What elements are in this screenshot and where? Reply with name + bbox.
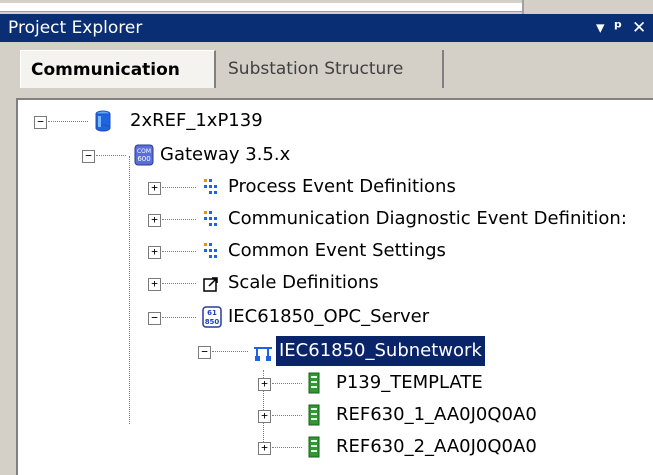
tree-node-label: IEC61850_Subnetwork: [275, 335, 486, 367]
tree-line: [272, 383, 302, 384]
expand-icon[interactable]: +: [148, 182, 161, 195]
tree-node-device[interactable]: + P139_TEMPLATE: [18, 368, 638, 398]
tree-node-common-event-settings[interactable]: + Common Event Settings: [18, 236, 638, 266]
event-definitions-icon: [202, 209, 222, 231]
tree-line: [162, 251, 196, 252]
svg-text:850: 850: [205, 318, 220, 326]
expand-icon[interactable]: +: [258, 378, 271, 391]
tree-node-label: REF630_1_AA0J0Q0A0: [336, 404, 537, 425]
tree-line: [162, 187, 196, 188]
tree-node-label: P139_TEMPLATE: [336, 372, 483, 393]
tree-node-process-events[interactable]: + Process Event Definitions: [18, 172, 638, 202]
tree-node-label: IEC61850_OPC_Server: [228, 306, 430, 327]
device-icon: [308, 404, 328, 426]
tree-node-label: Gateway 3.5.x: [160, 144, 291, 165]
tree-node-label: Scale Definitions: [228, 272, 379, 293]
collapse-icon[interactable]: −: [148, 312, 161, 325]
dropdown-icon[interactable]: ▾: [596, 18, 605, 38]
tree-line: [162, 283, 196, 284]
tree-node-scale-definitions[interactable]: + Scale Definitions: [18, 268, 638, 298]
svg-text:61: 61: [207, 309, 217, 317]
event-definitions-icon: [202, 177, 222, 199]
top-strip: [0, 0, 653, 14]
tree-line: [48, 121, 88, 122]
device-icon: [308, 372, 328, 394]
pin-icon[interactable]: ᵖ: [614, 18, 622, 38]
tree-node-label: Communication Diagnostic Event Definitio…: [228, 208, 627, 229]
tree-line: [212, 351, 248, 352]
tree-line: [162, 317, 196, 318]
expand-icon[interactable]: +: [258, 442, 271, 455]
top-strip-bar: [0, 3, 522, 12]
collapse-icon[interactable]: −: [82, 150, 95, 163]
top-strip-separator: [522, 0, 524, 14]
close-icon[interactable]: ✕: [632, 18, 646, 38]
com600-icon: COM 600: [134, 144, 154, 166]
tree-node-label: Process Event Definitions: [228, 176, 456, 197]
svg-text:COM: COM: [137, 148, 151, 155]
tree-node-comm-diagnostic-events[interactable]: + Communication Diagnostic Event Definit…: [18, 204, 653, 234]
tree-node-device[interactable]: + REF630_1_AA0J0Q0A0: [18, 400, 638, 430]
svg-text:600: 600: [137, 155, 150, 163]
tree-node-opc-server[interactable]: − 61 850 IEC61850_OPC_Server: [18, 302, 638, 332]
expand-icon[interactable]: +: [148, 214, 161, 227]
tab-communication[interactable]: Communication: [20, 50, 216, 88]
tree-node-root[interactable]: − 2xREF_1xP139: [18, 106, 638, 136]
iec61850-icon: 61 850: [202, 306, 222, 328]
expand-icon[interactable]: +: [258, 410, 271, 423]
device-icon: [308, 436, 328, 458]
expand-icon[interactable]: +: [148, 278, 161, 291]
tree-node-label: 2xREF_1xP139: [130, 110, 263, 131]
tree-node-label: Common Event Settings: [228, 240, 446, 261]
tree-node-device[interactable]: + REF630_2_AA0J0Q0A0: [18, 432, 638, 462]
tree-line: [272, 415, 302, 416]
collapse-icon[interactable]: −: [34, 116, 47, 129]
tree-line: [96, 155, 126, 156]
event-definitions-icon: [202, 241, 222, 263]
tree-node-label: REF630_2_AA0J0Q0A0: [336, 436, 537, 457]
expand-icon[interactable]: +: [148, 246, 161, 259]
collapse-icon[interactable]: −: [198, 346, 211, 359]
tree-node-subnetwork[interactable]: − IEC61850_Subnetwork: [18, 335, 638, 367]
panel-titlebar: Project Explorer ▾ ᵖ ✕: [0, 14, 653, 42]
tree-node-gateway[interactable]: − COM 600 Gateway 3.5.x: [18, 140, 638, 170]
tree-panel: − 2xREF_1xP139 − COM 600 Gateway 3.5.x +: [16, 98, 653, 475]
database-icon: [94, 110, 114, 132]
scale-icon: [202, 273, 222, 295]
tab-strip: Communication Substation Structure: [0, 42, 653, 98]
tree-line: [162, 219, 196, 220]
panel-title: Project Explorer: [8, 18, 143, 38]
tab-substation-structure[interactable]: Substation Structure: [218, 50, 444, 88]
tree-line: [272, 447, 302, 448]
network-icon: [252, 342, 272, 364]
